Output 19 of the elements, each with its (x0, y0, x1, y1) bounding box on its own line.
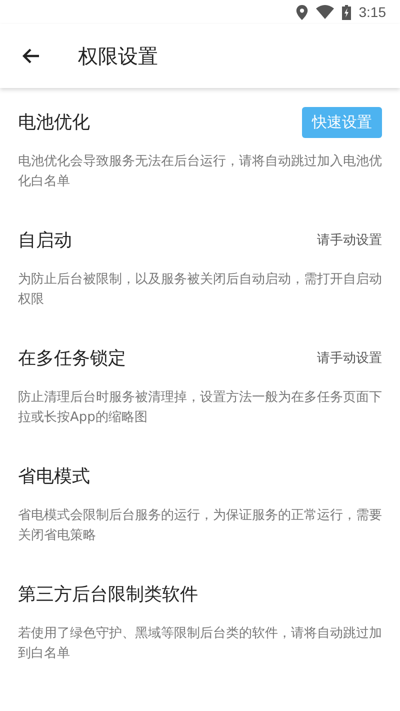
section-title: 自启动 (18, 229, 72, 252)
page-title: 权限设置 (78, 42, 158, 70)
back-arrow-icon (22, 48, 40, 64)
section-description: 为防止后台被限制，以及服务被关闭后自动启动，需打开自启动权限 (18, 271, 382, 309)
status-time: 3:15 (358, 4, 386, 20)
section-title: 在多任务锁定 (18, 347, 126, 370)
manual-setup-hint: 请手动设置 (317, 350, 382, 367)
wifi-icon (316, 5, 334, 19)
manual-setup-hint: 请手动设置 (317, 232, 382, 249)
quick-setup-button[interactable]: 快速设置 (302, 106, 382, 138)
section-title: 省电模式 (18, 465, 90, 488)
battery-icon (342, 4, 351, 20)
section-title: 电池优化 (18, 111, 90, 134)
location-icon (296, 4, 308, 20)
section-description: 若使用了绿色守护、黑域等限制后台类的软件，请将自动跳过加到白名单 (18, 625, 382, 663)
section-title: 第三方后台限制类软件 (18, 583, 198, 606)
section-description: 省电模式会限制后台服务的运行，为保证服务的正常运行，需要关闭省电策略 (18, 507, 382, 545)
section-description: 电池优化会导致服务无法在后台运行，请将自动跳过加入电池优化白名单 (18, 153, 382, 191)
section-description: 防止清理后台时服务被清理掉，设置方法一般为在多任务页面下拉或长按App的缩略图 (18, 389, 382, 427)
